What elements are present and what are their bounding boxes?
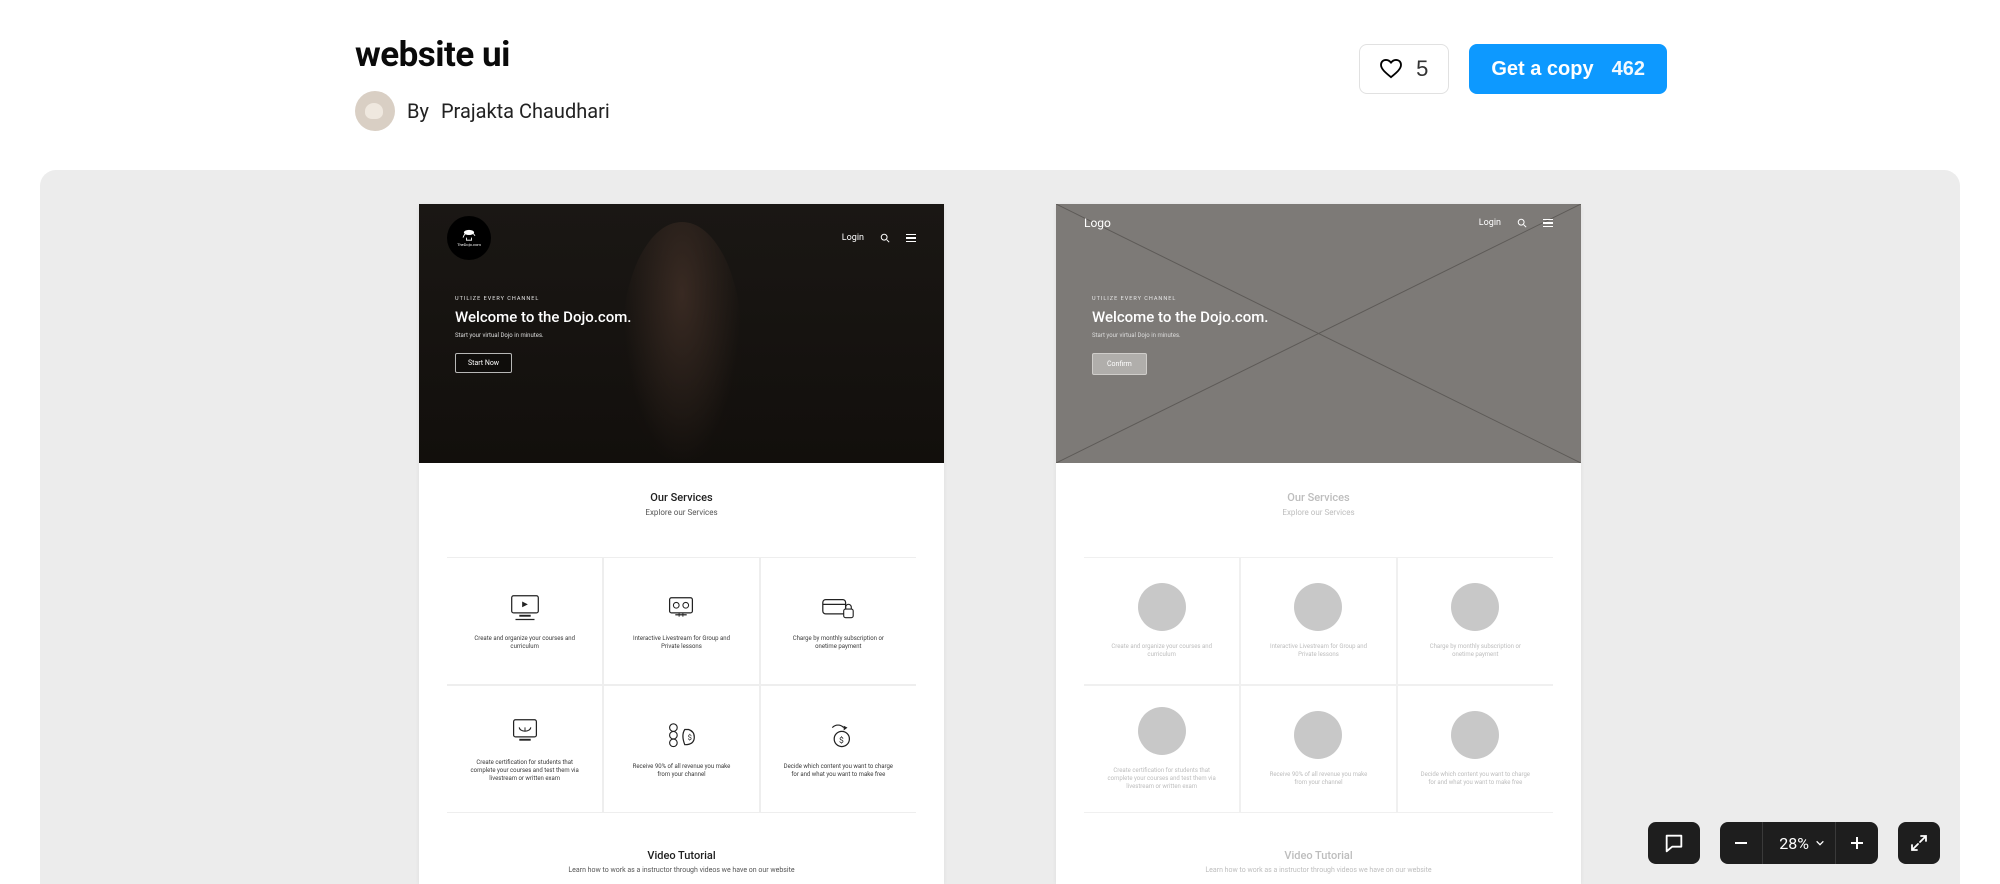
page-title: website ui	[355, 34, 610, 75]
viewer-toolbar: 28%	[1648, 822, 1940, 864]
logo-text: TheDojo.com	[457, 242, 481, 247]
zoom-control: 28%	[1720, 822, 1878, 864]
money-bag-icon: $	[662, 719, 700, 751]
livestream-icon	[662, 591, 700, 623]
services-grid: Create and organize your courses and cur…	[447, 557, 916, 813]
service-cell: Decide which content you want to charge …	[1397, 685, 1553, 813]
service-cell: $ Decide which content you want to charg…	[760, 685, 916, 813]
menu-icon	[1543, 219, 1553, 228]
comment-button[interactable]	[1648, 822, 1700, 864]
service-cell-text: Charge by monthly subscription or onetim…	[783, 635, 893, 651]
tutorial-subtitle: Learn how to work as a instructor throug…	[419, 866, 944, 874]
plus-icon	[1849, 835, 1865, 851]
service-cell-text: Create and organize your courses and cur…	[1107, 643, 1217, 659]
login-link: Login	[1479, 218, 1501, 228]
design-canvas[interactable]: TheDojo.com Login UTILIZE EVERY CHANNEL …	[40, 170, 1960, 884]
site-logo-badge: TheDojo.com	[447, 216, 491, 260]
certificate-icon	[506, 715, 544, 747]
service-cell: Create certification for students that c…	[1084, 685, 1240, 813]
service-cell-text: Receive 90% of all revenue you make from…	[1263, 771, 1373, 787]
service-cell-text: Create certification for students that c…	[470, 759, 580, 783]
svg-text:$: $	[688, 733, 692, 742]
menu-icon	[906, 234, 916, 243]
hero-dark: TheDojo.com Login UTILIZE EVERY CHANNEL …	[419, 204, 944, 463]
hero-eyebrow: UTILIZE EVERY CHANNEL	[455, 296, 631, 302]
service-cell-text: Create certification for students that c…	[1107, 767, 1217, 791]
author-row[interactable]: By Prajakta Chaudhari	[355, 91, 610, 131]
service-cell: Create and organize your courses and cur…	[1084, 557, 1240, 685]
start-now-button: Start Now	[455, 353, 512, 373]
expand-icon	[1910, 834, 1928, 852]
like-count: 5	[1416, 56, 1428, 82]
service-cell: Interactive Livestream for Group and Pri…	[1240, 557, 1396, 685]
get-copy-label: Get a copy	[1491, 58, 1593, 81]
heart-icon	[1380, 59, 1402, 79]
service-cell-text: Interactive Livestream for Group and Pri…	[626, 635, 736, 651]
author-name[interactable]: Prajakta Chaudhari	[441, 99, 610, 123]
hero-eyebrow: UTILIZE EVERY CHANNEL	[1092, 296, 1268, 302]
service-cell-text: Interactive Livestream for Group and Pri…	[1263, 643, 1373, 659]
hero-wire: Logo Login UTILIZE EVERY CHANNEL Welcome…	[1056, 204, 1581, 463]
coin-cycle-icon: $	[819, 719, 857, 751]
service-cell: Charge by monthly subscription or onetim…	[760, 557, 916, 685]
placeholder-circle-icon	[1294, 711, 1342, 759]
service-cell: $ Receive 90% of all revenue you make fr…	[603, 685, 759, 813]
monitor-play-icon	[506, 591, 544, 623]
confirm-button: Confirm	[1092, 353, 1147, 375]
svg-text:$: $	[839, 734, 844, 745]
service-cell: Charge by monthly subscription or onetim…	[1397, 557, 1553, 685]
login-link: Login	[842, 233, 864, 243]
hero-title: Welcome to the Dojo.com.	[1092, 308, 1268, 326]
service-cell-text: Decide which content you want to charge …	[783, 763, 893, 779]
wire-logo-text: Logo	[1084, 216, 1111, 230]
search-icon	[1517, 218, 1527, 228]
card-lock-icon	[819, 591, 857, 623]
copy-count: 462	[1612, 58, 1645, 81]
author-avatar[interactable]	[355, 91, 395, 131]
zoom-in-button[interactable]	[1836, 822, 1878, 864]
placeholder-circle-icon	[1138, 583, 1186, 631]
service-cell: Interactive Livestream for Group and Pri…	[603, 557, 759, 685]
placeholder-circle-icon	[1451, 583, 1499, 631]
zoom-level-dropdown[interactable]: 28%	[1763, 834, 1835, 853]
placeholder-circle-icon	[1138, 707, 1186, 755]
services-grid: Create and organize your courses and cur…	[1084, 557, 1553, 813]
hero-subtitle: Start your virtual Dojo in minutes.	[455, 332, 631, 339]
service-cell: Receive 90% of all revenue you make from…	[1240, 685, 1396, 813]
tutorial-title: Video Tutorial	[1056, 849, 1581, 862]
service-cell-text: Decide which content you want to charge …	[1420, 771, 1530, 787]
bonsai-icon	[460, 229, 478, 241]
comment-icon	[1663, 832, 1685, 854]
zoom-value: 28%	[1779, 834, 1809, 853]
tutorial-title: Video Tutorial	[419, 849, 944, 862]
author-prefix: By	[407, 99, 429, 123]
fullscreen-button[interactable]	[1898, 822, 1940, 864]
services-title: Our Services	[447, 491, 916, 504]
services-subtitle: Explore our Services	[447, 508, 916, 517]
mockup-hifi[interactable]: TheDojo.com Login UTILIZE EVERY CHANNEL …	[419, 204, 944, 884]
hero-title: Welcome to the Dojo.com.	[455, 308, 631, 326]
service-cell-text: Create and organize your courses and cur…	[470, 635, 580, 651]
placeholder-circle-icon	[1294, 583, 1342, 631]
services-title: Our Services	[1084, 491, 1553, 504]
service-cell-text: Receive 90% of all revenue you make from…	[626, 763, 736, 779]
tutorial-subtitle: Learn how to work as a instructor throug…	[1056, 866, 1581, 874]
page-header: website ui By Prajakta Chaudhari 5 Get a…	[0, 0, 2000, 131]
search-icon	[880, 233, 890, 243]
placeholder-circle-icon	[1451, 711, 1499, 759]
service-cell: Create certification for students that c…	[447, 685, 603, 813]
chevron-down-icon	[1815, 838, 1825, 848]
services-subtitle: Explore our Services	[1084, 508, 1553, 517]
minus-icon	[1733, 835, 1749, 851]
get-copy-button[interactable]: Get a copy 462	[1469, 44, 1667, 94]
service-cell-text: Charge by monthly subscription or onetim…	[1420, 643, 1530, 659]
zoom-out-button[interactable]	[1720, 822, 1762, 864]
hero-subtitle: Start your virtual Dojo in minutes.	[1092, 332, 1268, 339]
service-cell: Create and organize your courses and cur…	[447, 557, 603, 685]
like-button[interactable]: 5	[1359, 44, 1449, 94]
mockup-wireframe[interactable]: Logo Login UTILIZE EVERY CHANNEL Welcome…	[1056, 204, 1581, 884]
